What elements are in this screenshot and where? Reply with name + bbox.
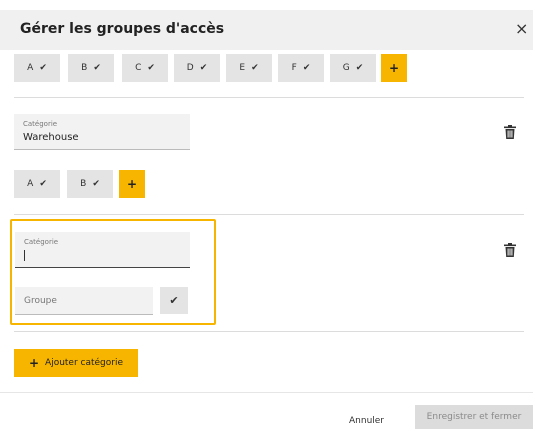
check-icon: ✔ (39, 179, 47, 189)
category-field-label: Catégorie (23, 120, 58, 128)
group-chip-b[interactable]: B ✔ (67, 170, 113, 198)
group-chip-a[interactable]: A ✔ (14, 54, 60, 82)
plus-icon: + (28, 356, 40, 370)
group-chip-g[interactable]: G ✔ (330, 54, 376, 82)
group-label: F (291, 63, 297, 73)
group-chip-f[interactable]: F ✔ (278, 54, 324, 82)
category-field[interactable]: Catégorie Warehouse (14, 114, 190, 150)
add-group-button[interactable]: + (119, 170, 145, 198)
trash-icon[interactable] (504, 243, 516, 257)
group-chip-e[interactable]: E ✔ (226, 54, 272, 82)
group-label: B (81, 63, 88, 73)
check-icon: ✔ (39, 63, 47, 73)
check-icon: ✔ (93, 63, 101, 73)
check-icon: ✔ (92, 179, 100, 189)
divider (14, 214, 524, 215)
add-category-button[interactable]: + Ajouter catégorie (14, 349, 138, 377)
text-cursor (24, 250, 25, 261)
category-field-label: Catégorie (24, 238, 59, 246)
category-field-value: Warehouse (23, 132, 79, 143)
divider (14, 97, 524, 98)
check-icon: ✔ (302, 63, 311, 73)
group-chip-c[interactable]: C ✔ (122, 54, 168, 82)
group-label: B (80, 179, 87, 189)
dialog-title: Gérer les groupes d'accès (20, 21, 225, 37)
group-chip-d[interactable]: D ✔ (174, 54, 220, 82)
group-label: A (27, 179, 34, 189)
group-chip-b[interactable]: B ✔ (68, 54, 114, 82)
group-label: C (135, 63, 142, 73)
group-label: D (186, 63, 194, 73)
check-icon: ✔ (147, 63, 155, 73)
confirm-group-button[interactable]: ✔ (160, 287, 188, 314)
add-category-label: Ajouter catégorie (45, 358, 124, 368)
group-label: A (27, 63, 34, 73)
add-group-button[interactable]: + (381, 54, 407, 82)
group-input-placeholder: Groupe (24, 296, 57, 306)
cancel-button[interactable]: Annuler (349, 416, 384, 426)
check-icon: ✔ (251, 63, 259, 73)
divider (14, 331, 524, 332)
group-label: E (239, 63, 246, 73)
new-category-field[interactable]: Catégorie (15, 232, 190, 268)
check-icon: ✔ (169, 294, 179, 307)
close-icon[interactable]: × (515, 19, 528, 38)
footer-divider (0, 392, 533, 393)
save-and-close-button[interactable]: Enregistrer et fermer (415, 405, 533, 429)
check-icon: ✔ (199, 63, 208, 73)
check-icon: ✔ (355, 63, 364, 73)
group-label: G (342, 63, 350, 73)
group-input[interactable]: Groupe (15, 287, 153, 315)
group-chip-a[interactable]: A ✔ (14, 170, 60, 198)
trash-icon[interactable] (504, 125, 516, 139)
